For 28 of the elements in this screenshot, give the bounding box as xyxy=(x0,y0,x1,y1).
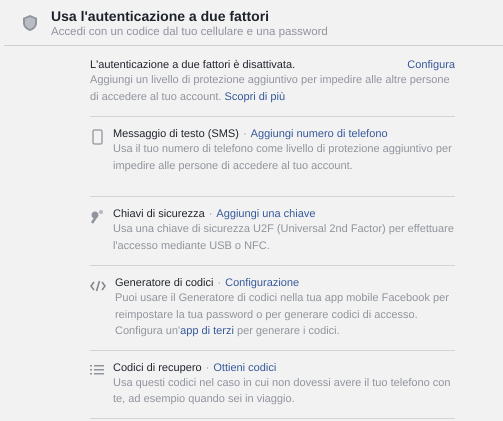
description-text: Usa questi codici nel caso in cui non dovessi avere il tuo telefono con te, ad esempio quando sei in viaggio. xyxy=(113,376,452,407)
method-link[interactable]: Aggiungi una chiave xyxy=(216,208,316,220)
method-link[interactable]: Aggiungi numero di telefono xyxy=(250,128,388,140)
link[interactable]: app di terzi xyxy=(180,325,234,337)
separator-dot: · xyxy=(242,128,247,140)
section-title: Usa l'autenticazione a due fattori xyxy=(51,8,270,24)
section-subtitle: Accedi con un codice dal tuo cellulare e una password xyxy=(51,26,328,38)
method-title: Messaggio di testo (SMS) xyxy=(113,128,239,140)
separator-dot: · xyxy=(208,208,212,220)
method-link[interactable]: Ottieni codici xyxy=(213,362,276,374)
method-title: Codici di recupero xyxy=(113,362,202,374)
status-text: L'autenticazione a due fattori è disattivata. xyxy=(90,59,296,71)
method-title: Chiavi di sicurezza xyxy=(113,208,205,220)
separator-dot: · xyxy=(206,362,210,374)
method-link[interactable]: Configurazione xyxy=(225,277,300,289)
code-icon xyxy=(90,278,106,294)
key-icon xyxy=(90,209,104,225)
link[interactable]: Scopri di più xyxy=(224,90,286,102)
phone-icon xyxy=(90,129,104,145)
description-text: Aggiungi un livello di protezione aggiuntivo per impedire alle altre persone di accedere al tuo account. Scopri di più xyxy=(90,73,451,104)
description-text: Puoi usare il Generatore di codici nella tua app mobile Facebook per reimpostare la tua password o per generare codici di accesso. Configura un'app di terzi per generare i codici. xyxy=(115,291,450,339)
description-text: Usa il tuo numero di telefono come livello di protezione aggiuntivo per impedire alle persone di accedere al tuo account. xyxy=(113,142,453,174)
method-title: Generatore di codici xyxy=(115,277,214,289)
shield-icon xyxy=(22,14,38,32)
configure-link[interactable]: Configura xyxy=(407,59,455,71)
separator-dot: · xyxy=(217,277,222,289)
description-text: Usa una chiave di sicurezza U2F (Universal 2nd Factor) per effettuare l'accesso mediante USB o NFC. xyxy=(113,222,455,254)
list-icon xyxy=(90,362,104,376)
